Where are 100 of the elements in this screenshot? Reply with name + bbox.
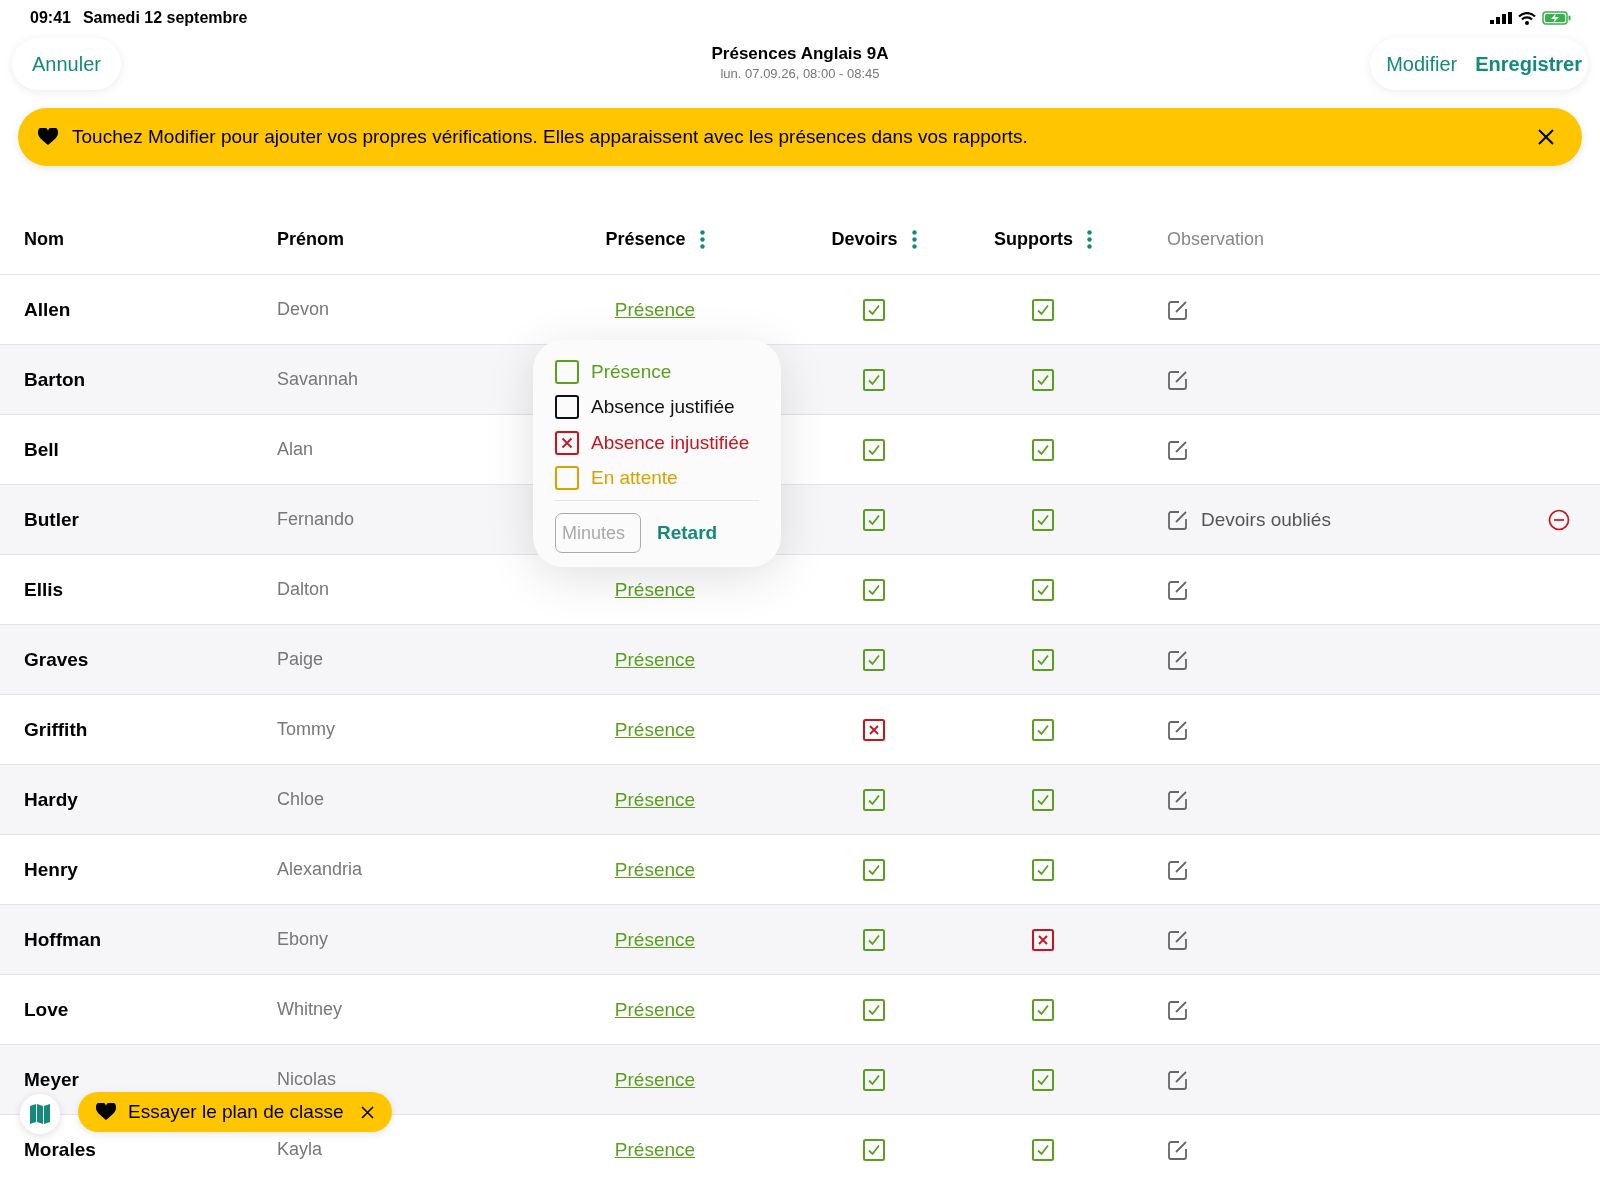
edit-icon[interactable] <box>1167 858 1189 881</box>
checkmark-icon[interactable] <box>1032 1068 1054 1091</box>
edit-button[interactable]: Modifier <box>1386 52 1458 76</box>
checkmark-icon[interactable] <box>863 298 885 321</box>
more-icon[interactable] <box>911 229 917 249</box>
map-icon <box>29 1103 51 1125</box>
presence-link[interactable]: Présence <box>614 928 696 951</box>
checkmark-icon[interactable] <box>1032 858 1054 881</box>
save-button[interactable]: Enregistrer <box>1475 52 1582 76</box>
column-header: Supports <box>994 228 1073 250</box>
first-name: Savannah <box>277 369 359 389</box>
checkmark-icon[interactable] <box>1032 298 1054 321</box>
checkmark-icon[interactable] <box>863 1068 885 1091</box>
checkmark-icon[interactable] <box>863 578 885 601</box>
first-name: Alan <box>277 439 314 459</box>
cross-icon[interactable] <box>1032 928 1054 951</box>
first-name: Alexandria <box>277 859 363 879</box>
option-checkbox[interactable] <box>555 466 579 491</box>
presence-link[interactable]: Présence <box>614 1068 696 1091</box>
presence-link[interactable]: Présence <box>614 718 696 741</box>
checkmark-icon[interactable] <box>863 1138 885 1161</box>
last-name: Butler <box>24 508 79 530</box>
presence-link[interactable]: Présence <box>614 788 696 811</box>
option-label[interactable]: En attente <box>591 467 678 490</box>
cross-icon[interactable] <box>863 718 885 741</box>
checkmark-icon[interactable] <box>1032 1138 1054 1161</box>
first-name: Devon <box>277 299 330 319</box>
last-name: Griffith <box>24 718 88 740</box>
last-name: Bell <box>24 438 59 460</box>
edit-icon[interactable] <box>1167 578 1189 601</box>
more-icon[interactable] <box>699 229 705 249</box>
checkmark-icon[interactable] <box>863 508 885 531</box>
first-name: Tommy <box>277 719 335 739</box>
close-icon[interactable] <box>1538 129 1554 145</box>
edit-icon[interactable] <box>1167 1138 1189 1161</box>
last-name: Morales <box>24 1138 96 1160</box>
checkmark-icon[interactable] <box>1032 998 1054 1021</box>
checkmark-icon[interactable] <box>863 928 885 951</box>
status-date: Samedi 12 septembre <box>82 9 248 27</box>
option-label[interactable]: Absence justifiée <box>591 396 735 419</box>
option-label[interactable]: Présence <box>591 360 672 383</box>
edit-icon[interactable] <box>1167 298 1189 321</box>
checkmark-icon[interactable] <box>863 998 885 1021</box>
late-button[interactable]: Retard <box>657 522 718 544</box>
checkmark-icon[interactable] <box>863 368 885 391</box>
more-icon[interactable] <box>1087 229 1092 249</box>
edit-icon[interactable] <box>1167 788 1189 811</box>
signal-icon <box>1490 12 1512 24</box>
edit-icon[interactable] <box>1167 718 1189 741</box>
map-button[interactable] <box>20 1094 60 1134</box>
checkmark-icon[interactable] <box>863 648 885 671</box>
presence-link[interactable]: Présence <box>614 998 696 1021</box>
checkmark-icon[interactable] <box>1032 578 1054 601</box>
presence-link[interactable]: Présence <box>614 1138 696 1161</box>
first-name: Whitney <box>277 999 343 1019</box>
checkmark-icon[interactable] <box>863 788 885 811</box>
page-subtitle: lun. 07.09.26, 08:00 - 08:45 <box>720 66 880 81</box>
checkmark-icon[interactable] <box>863 858 885 881</box>
checkmark-icon[interactable] <box>1032 648 1054 671</box>
tip-toast[interactable]: Essayer le plan de classe <box>78 1092 393 1132</box>
checkmark-icon[interactable] <box>1032 718 1054 741</box>
presence-link[interactable]: Présence <box>614 578 696 601</box>
remove-icon[interactable] <box>1548 508 1570 531</box>
checkmark-icon[interactable] <box>1032 788 1054 811</box>
page-title: Présences Anglais 9A <box>711 44 889 64</box>
edit-icon[interactable] <box>1167 1068 1189 1091</box>
column-header: Nom <box>24 228 64 250</box>
minutes-field[interactable]: Minutes <box>555 513 641 553</box>
first-name: Dalton <box>277 579 330 599</box>
edit-icon[interactable] <box>1167 998 1189 1021</box>
checkmark-icon[interactable] <box>1032 368 1054 391</box>
close-icon[interactable] <box>361 1105 375 1119</box>
first-name: Chloe <box>277 789 325 809</box>
first-name: Nicolas <box>277 1069 337 1089</box>
checkmark-icon[interactable] <box>1032 438 1054 461</box>
column-header: Observation <box>1167 228 1265 250</box>
edit-icon[interactable] <box>1167 648 1189 671</box>
edit-icon[interactable] <box>1167 368 1189 391</box>
checkmark-icon[interactable] <box>1032 508 1054 531</box>
status-time: 09:41 <box>30 9 71 27</box>
wifi-icon <box>1518 11 1536 25</box>
option-checkbox[interactable] <box>555 430 579 455</box>
last-name: Hoffman <box>24 928 102 950</box>
option-checkbox[interactable] <box>555 359 579 384</box>
observation-text: Devoirs oubliés <box>1201 508 1331 531</box>
last-name: Meyer <box>24 1068 79 1090</box>
presence-link[interactable]: Présence <box>614 298 696 321</box>
battery-charging-icon <box>1542 11 1572 25</box>
option-label[interactable]: Absence injustifiée <box>591 431 750 454</box>
edit-icon[interactable] <box>1167 438 1189 461</box>
toast-text: Essayer le plan de classe <box>128 1101 344 1123</box>
edit-icon[interactable] <box>1167 508 1189 531</box>
last-name: Ellis <box>24 578 64 600</box>
option-checkbox[interactable] <box>555 395 579 420</box>
cancel-button[interactable]: Annuler <box>12 38 121 90</box>
checkmark-icon[interactable] <box>863 438 885 461</box>
edit-icon[interactable] <box>1167 928 1189 951</box>
presence-link[interactable]: Présence <box>614 858 696 881</box>
presence-link[interactable]: Présence <box>614 648 696 671</box>
last-name: Graves <box>24 648 89 670</box>
